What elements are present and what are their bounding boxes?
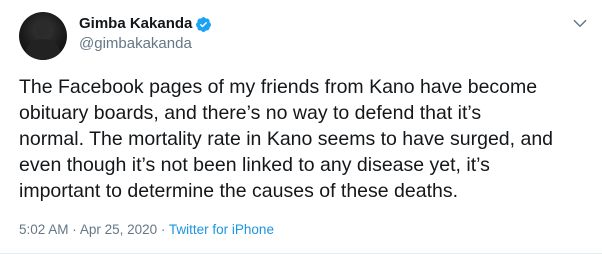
tweet-card: Gimba Kakanda @gimbakakanda The Facebook… <box>0 0 602 254</box>
avatar[interactable] <box>19 12 67 60</box>
tweet-source-link[interactable]: Twitter for iPhone <box>169 222 274 237</box>
meta-separator: · <box>160 222 166 237</box>
verified-badge-icon <box>195 16 212 33</box>
tweet-date[interactable]: Apr 25, 2020 <box>80 222 157 237</box>
tweet-text-line: normal. The mortality rate in Kano seems… <box>19 128 554 150</box>
tweet-time[interactable]: 5:02 AM <box>19 222 69 237</box>
meta-separator: · <box>72 222 77 237</box>
author-handle[interactable]: @gimbakakanda <box>79 34 192 54</box>
avatar-head-shape <box>35 21 50 38</box>
tweet-text-line: important to determine the causes of the… <box>19 180 459 202</box>
tweet-meta: 5:02 AM · Apr 25, 2020 · Twitter for iPh… <box>19 221 274 239</box>
chevron-down-icon[interactable] <box>571 14 589 32</box>
author-display-name[interactable]: Gimba Kakanda <box>79 14 192 34</box>
tweet-text: The Facebook pages of my friends from Ka… <box>19 74 589 204</box>
tweet-text-line: even though it’s not been linked to any … <box>19 154 490 176</box>
avatar-shoulders-shape <box>26 39 60 60</box>
tweet-text-line: obituary boards, and there’s no way to d… <box>19 102 482 124</box>
tweet-text-line: The Facebook pages of my friends from Ka… <box>19 76 538 98</box>
author-name-row[interactable]: Gimba Kakanda <box>79 14 212 34</box>
